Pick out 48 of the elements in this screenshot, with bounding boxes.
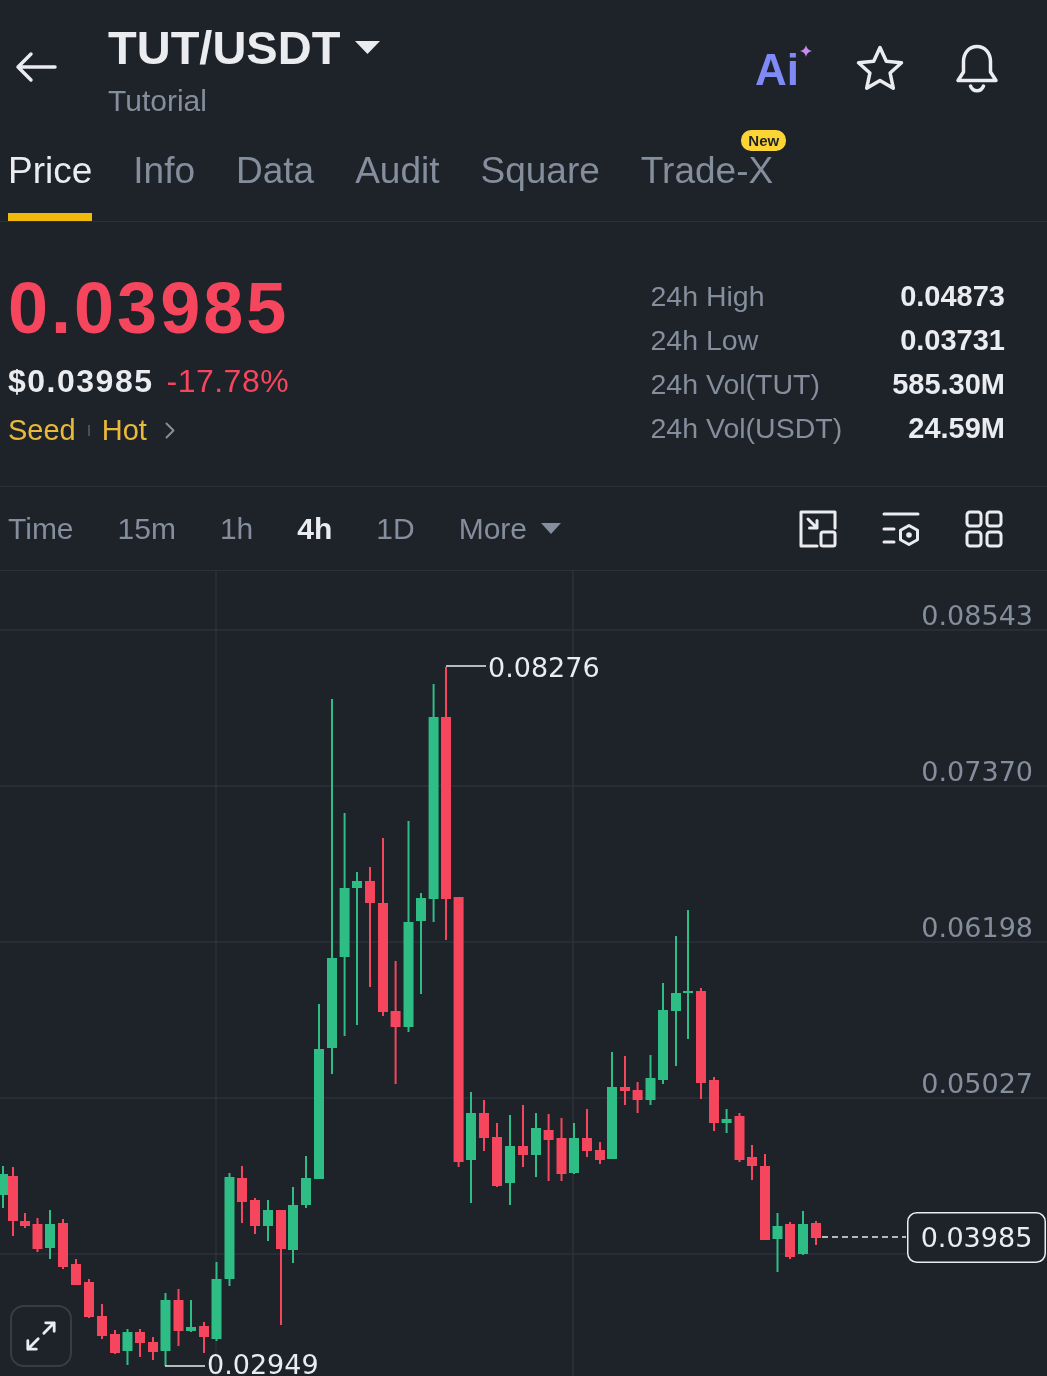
last-price-tag: 0.03985 [907, 1212, 1046, 1263]
more-dropdown[interactable]: More [458, 513, 562, 544]
interval-tab[interactable]: 1h [219, 513, 254, 544]
interval-tab[interactable]: 15m [117, 513, 176, 544]
sparkle-icon [800, 45, 812, 57]
section-tab[interactable]: Square [480, 130, 600, 221]
stat-label: 24h Vol(USDT) [650, 413, 843, 443]
pair-title[interactable]: TUT/USDT [108, 24, 341, 71]
price-axis-label: 0.08543 [921, 599, 1033, 631]
category-tag[interactable]: Seed [8, 416, 76, 445]
price-change: -17.78% [166, 365, 290, 397]
price-axis-label: 0.05027 [921, 1067, 1033, 1099]
high-leader-line [445, 665, 487, 667]
low-leader-line [164, 1365, 206, 1367]
pair-subtitle: Tutorial [108, 86, 208, 116]
bell-icon[interactable] [954, 43, 1000, 93]
star-icon[interactable] [856, 45, 904, 91]
stat-value: 0.04873 [900, 281, 1005, 311]
interval-tab[interactable]: Time [8, 513, 74, 544]
category-tag[interactable]: Hot [101, 416, 147, 445]
stat-value: 24.59M [908, 413, 1005, 443]
grid-icon[interactable] [965, 509, 1003, 548]
section-tab[interactable]: Data [236, 130, 315, 221]
stat-value: 585.30M [892, 369, 1005, 399]
caret-down-icon[interactable] [355, 41, 381, 54]
frame-arrow-icon[interactable] [799, 509, 837, 548]
stat-label: 24h Low [650, 325, 760, 355]
interval-tab[interactable]: 4h [297, 513, 333, 544]
price-axis-label: 0.06198 [921, 911, 1033, 943]
caret-down-icon [541, 523, 562, 534]
chevron-right-icon[interactable] [164, 422, 175, 439]
expand-icon [25, 1320, 57, 1352]
interval-tab[interactable]: 1D [376, 513, 415, 544]
stat-value: 0.03731 [900, 325, 1005, 355]
low-price-label: 0.02949 [207, 1349, 319, 1376]
back-icon[interactable] [15, 51, 57, 83]
ai-button[interactable]: Ai [755, 45, 812, 91]
high-price-label: 0.08276 [488, 651, 600, 683]
section-tab[interactable]: Info [133, 130, 196, 221]
last-price: 0.03985 [8, 272, 290, 344]
price-axis-label: 0.07370 [921, 755, 1033, 787]
usd-price: $0.03985 [8, 365, 154, 397]
section-tab[interactable]: Audit [355, 130, 440, 221]
new-badge: New [741, 130, 787, 151]
section-tab[interactable]: Price [8, 130, 93, 221]
fullscreen-button[interactable] [10, 1305, 72, 1367]
stat-label: 24h High [650, 281, 766, 311]
stat-label: 24h Vol(TUT) [650, 369, 821, 399]
